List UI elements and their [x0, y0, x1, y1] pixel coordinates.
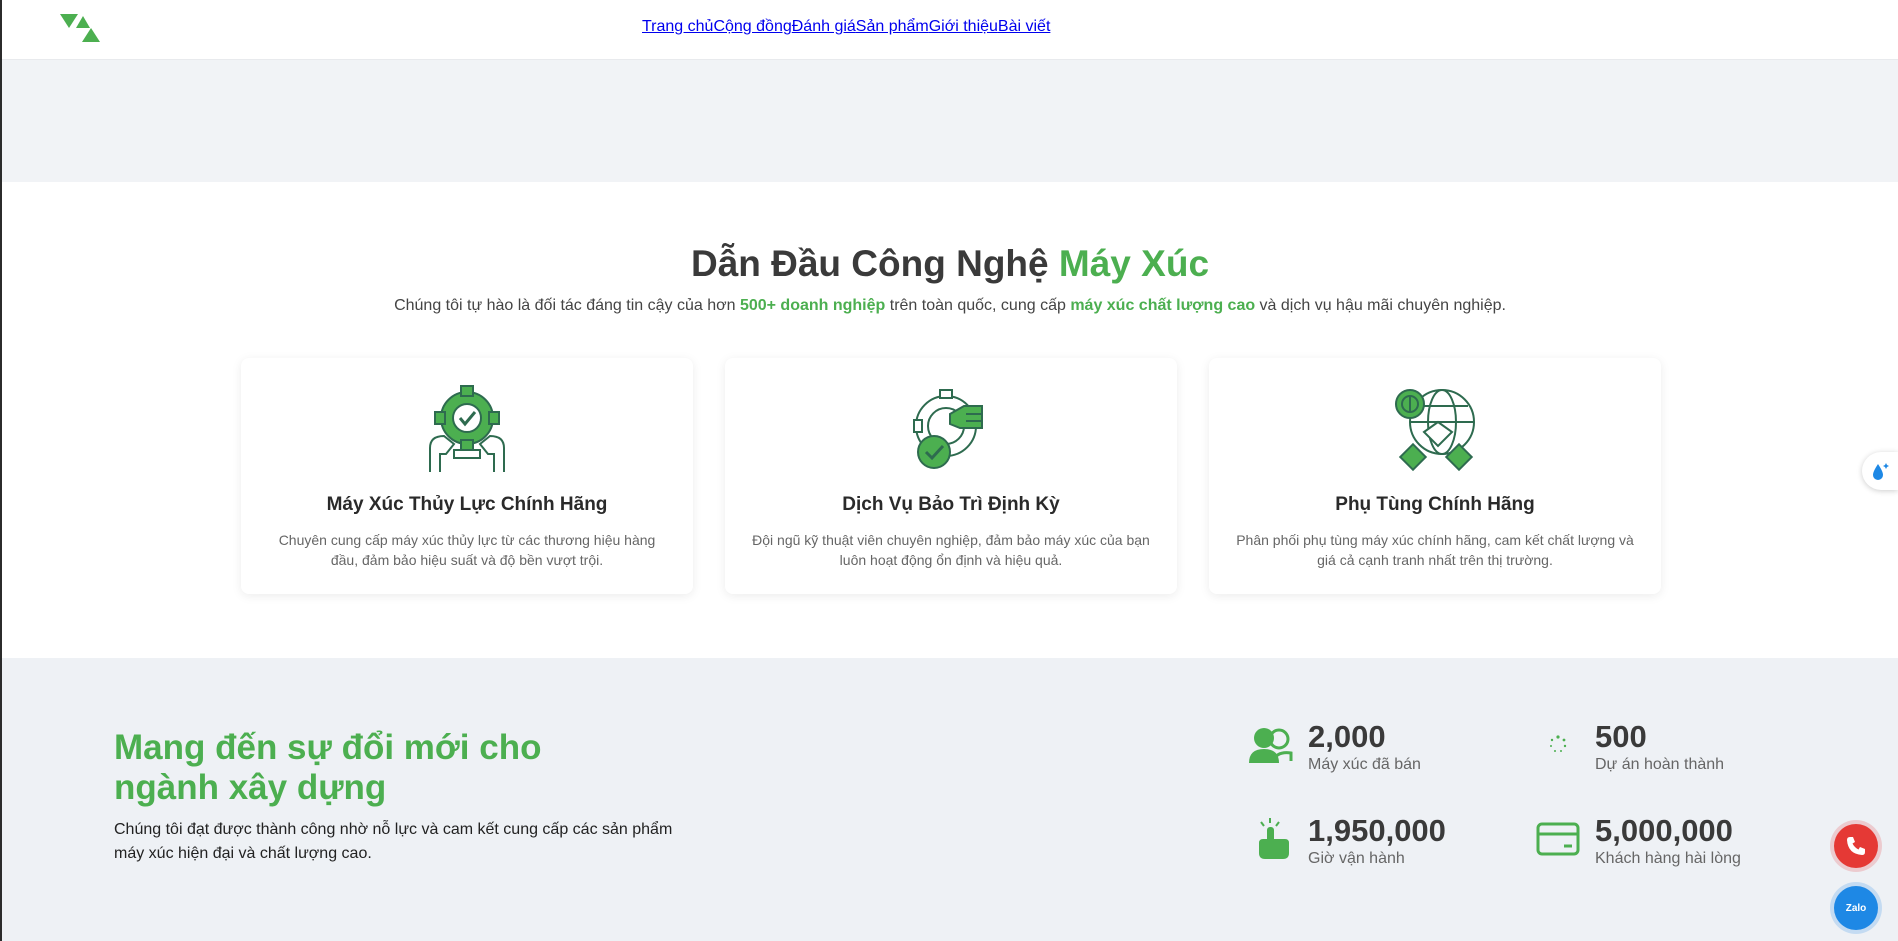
stat-label: Khách hàng hài lòng — [1595, 850, 1741, 867]
hero-title-accent: Máy Xúc — [1058, 243, 1210, 284]
stats-description: Chúng tôi đạt được thành công nhờ nỗ lực… — [114, 821, 673, 862]
card-title: Máy Xúc Thủy Lực Chính Hãng — [326, 494, 608, 515]
stat-value: 1,950,000 — [1308, 813, 1446, 848]
credit-card-icon — [1533, 814, 1583, 864]
users-icon — [1246, 720, 1296, 770]
nav-products[interactable]: Sản phẩm — [856, 18, 929, 36]
card-description: Phân phối phụ tùng máy xúc chính hãng, c… — [1236, 532, 1634, 568]
phone-call-button[interactable] — [1834, 824, 1878, 868]
zalo-icon: Zalo — [1845, 902, 1867, 914]
stat-item: 5,000,000 Khách hàng hài lòng — [1533, 814, 1741, 868]
card-description: Chuyên cung cấp máy xúc thủy lực từ các … — [278, 532, 656, 568]
hero-title-main: Dẫn Đầu Công Nghệ — [690, 243, 1059, 284]
stat-label: Giờ vận hành — [1308, 850, 1405, 867]
nav-community[interactable]: Cộng đồng — [713, 18, 791, 36]
stat-item: 1,950,000 Giờ vận hành — [1246, 814, 1446, 868]
top-banner — [2, 60, 1898, 182]
stat-value: 2,000 — [1308, 719, 1386, 754]
card-description: Đội ngũ kỹ thuật viên chuyên nghiệp, đảm… — [752, 532, 1150, 568]
stat-label: Máy xúc đã bán — [1308, 756, 1421, 773]
phone-icon — [1847, 837, 1865, 855]
hero-sub-part1: Chúng tôi tự hào là đối tác đáng tin cậy… — [394, 297, 740, 314]
hero-title: Dẫn Đầu Công Nghệ Máy Xúc — [2, 243, 1898, 285]
side-widget-button[interactable] — [1862, 452, 1898, 490]
gear-people-icon — [429, 385, 505, 472]
hero-sub-part2: trên toàn quốc, cung cấp — [885, 297, 1071, 314]
hand-tap-icon — [1246, 814, 1296, 864]
stat-label: Dự án hoàn thành — [1595, 756, 1725, 773]
hero-subtitle: Chúng tôi tự hào là đối tác đáng tin cậy… — [2, 297, 1898, 315]
loading-icon — [1533, 720, 1583, 770]
nav-posts[interactable]: Bài viết — [998, 18, 1050, 36]
hero-sub-highlight2: máy xúc chất lượng cao — [1070, 297, 1256, 314]
hero-sub-highlight1: 500+ doanh nghiệp — [739, 297, 886, 314]
card-title: Phụ Tùng Chính Hãng — [1335, 494, 1535, 515]
droplet-sparkle-icon — [1873, 463, 1889, 480]
feature-cards: Máy Xúc Thủy Lực Chính Hãng Chuyên cung … — [241, 358, 1661, 594]
main-nav: Trang chủ Cộng đồng Đánh giá Sản phẩm Gi… — [642, 18, 1050, 36]
nav-home[interactable]: Trang chủ — [642, 18, 713, 36]
gear-thumbs-up-icon — [913, 389, 983, 469]
zalo-chat-button[interactable]: Zalo — [1834, 886, 1878, 930]
nav-reviews[interactable]: Đánh giá — [792, 18, 856, 36]
navbar: Trang chủ Cộng đồng Đánh giá Sản phẩm Gi… — [2, 0, 1898, 60]
card-title: Dịch Vụ Bảo Trì Định Kỳ — [842, 494, 1060, 515]
feature-card[interactable]: Dịch Vụ Bảo Trì Định Kỳ Đội ngũ kỹ thuật… — [725, 358, 1177, 594]
feature-card[interactable]: Phụ Tùng Chính Hãng Phân phối phụ tùng m… — [1209, 358, 1661, 594]
globe-handshake-icon — [1395, 389, 1475, 472]
hero-sub-part3: và dịch vụ hậu mãi chuyên nghiệp. — [1255, 297, 1506, 314]
stats-title: Mang đến sự đổi mới cho ngành xây dựng — [114, 728, 542, 807]
nav-about[interactable]: Giới thiệu — [929, 18, 998, 36]
logo-icon[interactable] — [60, 14, 102, 44]
stat-item: 2,000 Máy xúc đã bán — [1246, 720, 1421, 774]
feature-card[interactable]: Máy Xúc Thủy Lực Chính Hãng Chuyên cung … — [241, 358, 693, 594]
stat-item: 500 Dự án hoàn thành — [1533, 720, 1724, 774]
stats-section: Mang đến sự đổi mới cho ngành xây dựng C… — [2, 658, 1898, 941]
stat-value: 5,000,000 — [1595, 813, 1733, 848]
stat-value: 500 — [1595, 719, 1647, 754]
